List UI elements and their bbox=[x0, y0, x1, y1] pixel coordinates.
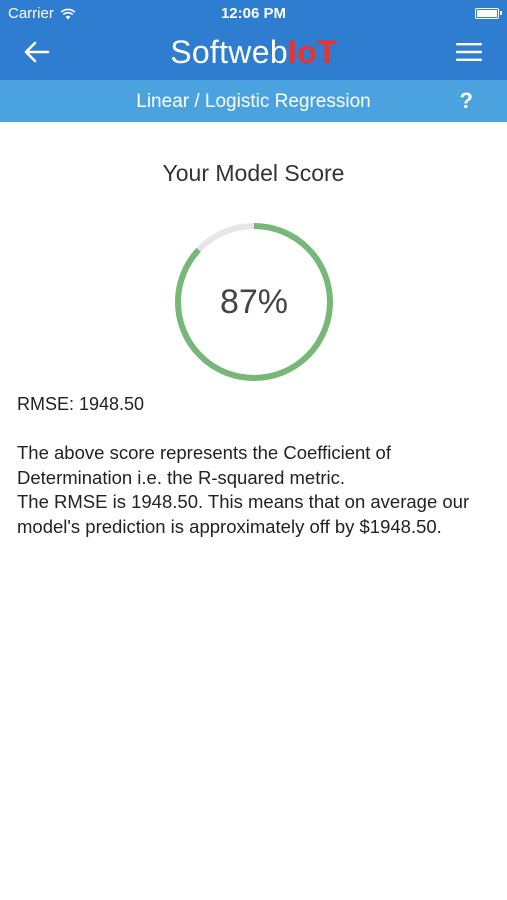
page-title: Linear / Logistic Regression bbox=[136, 91, 371, 112]
status-time: 12:06 PM bbox=[220, 5, 287, 22]
description-r-squared: The above score represents the Coefficie… bbox=[17, 442, 391, 488]
sub-title-bar: Linear / Logistic Regression ? bbox=[0, 80, 507, 122]
brand-text: Softweb bbox=[170, 34, 288, 70]
status-bar: Carrier 12:06 PM bbox=[0, 0, 507, 28]
score-description: The above score represents the Coefficie… bbox=[17, 441, 497, 539]
score-value: 87% bbox=[219, 283, 289, 321]
brand-logo: SoftwebIoT bbox=[0, 32, 507, 72]
hamburger-menu-icon bbox=[456, 43, 482, 61]
rmse-label: RMSE: 1948.50 bbox=[17, 394, 145, 414]
brand-accent-text: IoT bbox=[287, 34, 337, 70]
menu-button[interactable] bbox=[455, 40, 483, 64]
score-title: Your Model Score bbox=[162, 160, 345, 186]
battery-icon bbox=[475, 8, 502, 19]
description-rmse: The RMSE is 1948.50. This means that on … bbox=[17, 491, 470, 537]
app-header: Carrier 12:06 PM SoftwebIoT bbox=[0, 0, 507, 80]
help-button[interactable]: ? bbox=[460, 88, 473, 114]
